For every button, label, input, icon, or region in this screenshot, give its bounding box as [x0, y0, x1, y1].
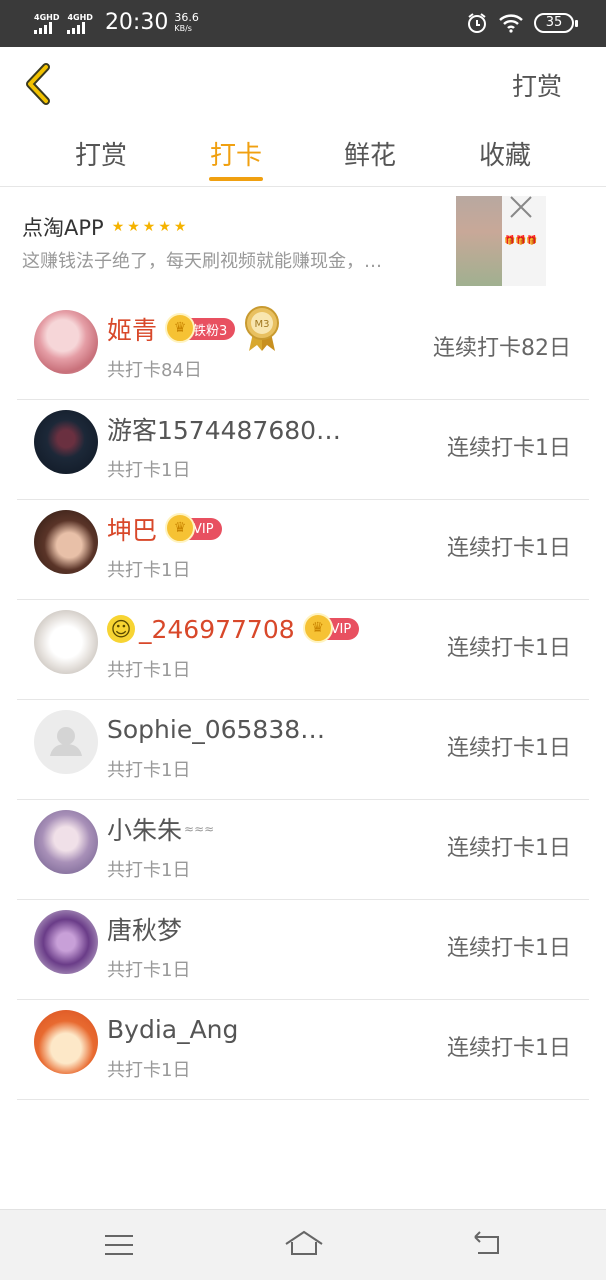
wifi-icon	[499, 14, 523, 33]
avatar[interactable]	[34, 910, 98, 974]
medal-icon: M3	[245, 306, 280, 351]
tab-bar: 打赏 打卡 鲜花 收藏	[0, 121, 606, 187]
alarm-icon	[468, 13, 486, 33]
user-name: Sophie_065838…	[107, 714, 326, 744]
vip-badge: ♛ VIP	[302, 613, 360, 643]
tab-favorites[interactable]: 收藏	[450, 135, 560, 172]
list-item[interactable]: 小朱朱 ≈≈≈ 共打卡1日 连续打卡1日	[17, 800, 589, 900]
avatar[interactable]	[34, 1010, 98, 1074]
user-name: Bydia_Ang	[107, 1014, 239, 1044]
crown-icon: ♛	[302, 613, 333, 643]
streak-count: 连续打卡1日	[447, 1036, 571, 1061]
streak-count: 连续打卡1日	[447, 636, 571, 661]
vip-badge: ♛ VIP	[165, 513, 222, 543]
back-icon[interactable]	[470, 1228, 504, 1262]
tab-checkin[interactable]: 打卡	[181, 135, 291, 172]
avatar[interactable]	[34, 710, 98, 774]
avatar[interactable]	[34, 410, 98, 474]
list-item[interactable]: 姬青 ♛ 铁粉3 M3 共打卡84日 连续打卡82日	[17, 300, 589, 400]
menu-icon[interactable]	[102, 1228, 136, 1262]
avatar[interactable]	[34, 510, 98, 574]
total-checkins: 共打卡1日	[107, 1060, 191, 1081]
fan-badge: ♛ 铁粉3	[165, 313, 236, 343]
smiley-emoji-icon: ☺	[107, 615, 135, 643]
crown-icon: ♛	[165, 513, 196, 543]
network-speed: 36.6 KB/s	[174, 11, 199, 33]
total-checkins: 共打卡1日	[107, 460, 191, 481]
rating-stars: ★★★★★	[111, 219, 190, 235]
home-icon[interactable]	[284, 1228, 324, 1262]
avatar[interactable]	[34, 810, 98, 874]
avatar[interactable]	[34, 610, 98, 674]
total-checkins: 共打卡1日	[107, 660, 191, 681]
total-checkins: 共打卡1日	[107, 960, 191, 981]
streak-count: 连续打卡1日	[447, 936, 571, 961]
user-name: 坤巴	[107, 516, 158, 545]
back-arrow-icon[interactable]	[20, 61, 60, 107]
list-item[interactable]: Sophie_065838… 共打卡1日 连续打卡1日	[17, 700, 589, 800]
clock: 20:30	[104, 10, 169, 35]
streak-count: 连续打卡1日	[447, 436, 571, 461]
battery-icon: 35	[534, 13, 578, 33]
total-checkins: 共打卡84日	[107, 360, 202, 381]
close-icon[interactable]	[508, 194, 534, 220]
status-bar: 4GHD 4GHD 20:30 36.6 KB/s 35	[0, 0, 606, 47]
checkin-list: 姬青 ♛ 铁粉3 M3 共打卡84日 连续打卡82日 游客1574487680… …	[17, 300, 589, 1100]
system-nav-bar	[0, 1209, 606, 1280]
list-item[interactable]: Bydia_Ang 共打卡1日 连续打卡1日	[17, 1000, 589, 1100]
list-item[interactable]: 游客1574487680… 共打卡1日 连续打卡1日	[17, 400, 589, 500]
total-checkins: 共打卡1日	[107, 860, 191, 881]
user-name: 唐秋梦	[107, 916, 183, 945]
list-item[interactable]: 唐秋梦 共打卡1日 连续打卡1日	[17, 900, 589, 1000]
ad-title: 点淘APP	[22, 216, 104, 240]
reward-button[interactable]: 打赏	[512, 67, 562, 103]
streak-count: 连续打卡1日	[447, 836, 571, 861]
signal-bars-icon	[67, 21, 86, 34]
user-name: 姬青	[107, 316, 158, 345]
svg-text:M3: M3	[255, 319, 270, 330]
avatar[interactable]	[34, 310, 98, 374]
total-checkins: 共打卡1日	[107, 760, 191, 781]
signal-bars-icon	[34, 21, 52, 34]
active-tab-indicator	[209, 177, 263, 181]
user-name: 小朱朱	[107, 816, 183, 845]
tab-reward[interactable]: 打赏	[46, 135, 156, 172]
streak-count: 连续打卡82日	[433, 336, 571, 361]
app-header: 打赏	[0, 47, 606, 121]
tab-flowers[interactable]: 鲜花	[315, 135, 425, 172]
ad-description: 这赚钱法子绝了，每天刷视频就能赚现金，…	[22, 251, 382, 272]
signal-2: 4GHD	[67, 13, 93, 34]
user-name: _246977708	[139, 614, 295, 644]
list-item[interactable]: 坤巴 ♛ VIP 共打卡1日 连续打卡1日	[17, 500, 589, 600]
crown-icon: ♛	[165, 313, 196, 343]
list-item[interactable]: ☺ _246977708 ♛ VIP 共打卡1日 连续打卡1日	[17, 600, 589, 700]
streak-count: 连续打卡1日	[447, 536, 571, 561]
signal-1: 4GHD	[34, 13, 59, 34]
streak-count: 连续打卡1日	[447, 736, 571, 761]
ad-banner[interactable]: 点淘APP ★★★★★ 这赚钱法子绝了，每天刷视频就能赚现金，… 🎁🎁🎁	[0, 188, 606, 288]
total-checkins: 共打卡1日	[107, 560, 191, 581]
default-avatar-icon	[50, 727, 82, 756]
user-name: 游客1574487680…	[107, 416, 342, 445]
